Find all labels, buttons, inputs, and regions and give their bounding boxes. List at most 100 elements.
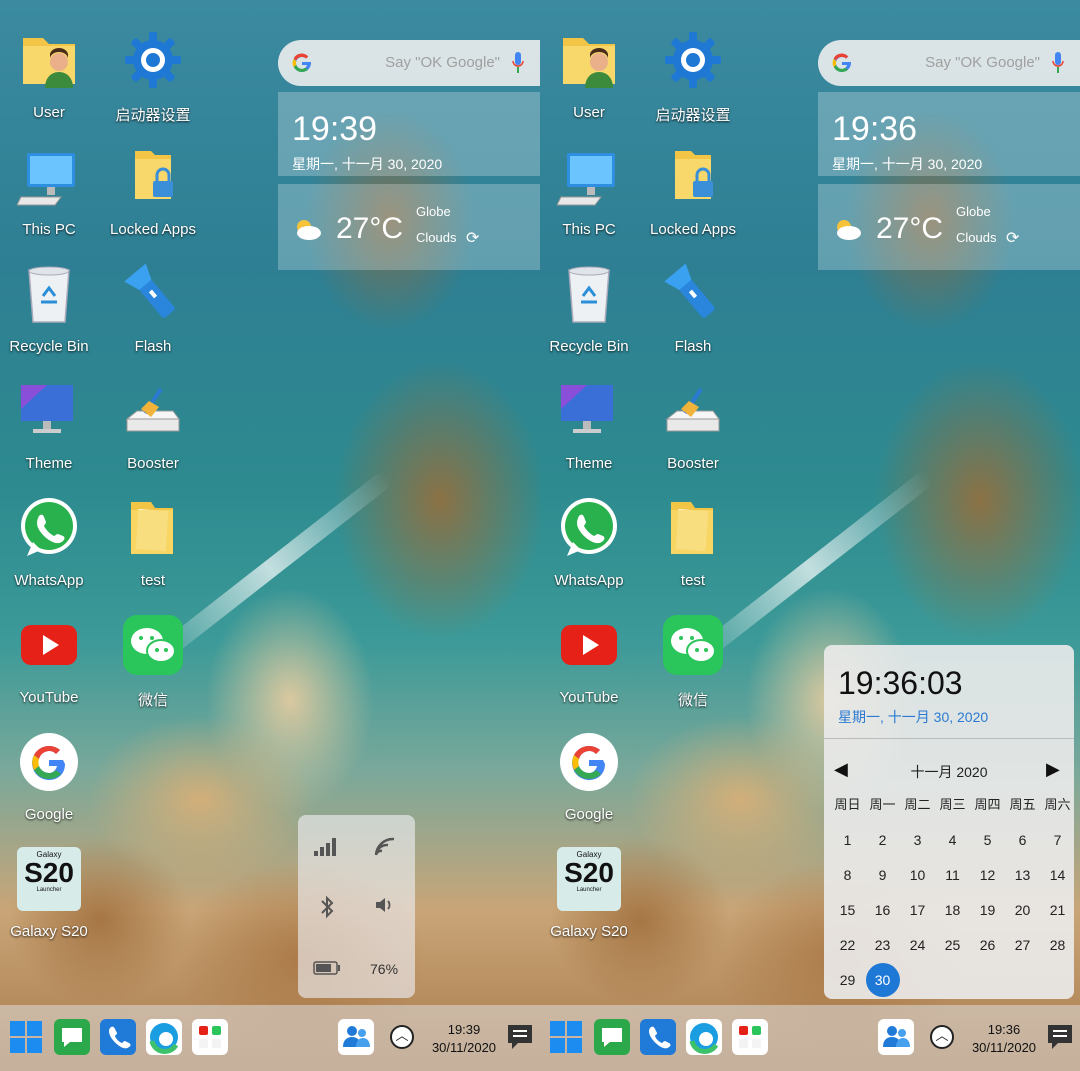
app-theme[interactable]: Theme <box>540 379 641 472</box>
calendar-day[interactable]: 21 <box>1040 895 1075 925</box>
calendar-day[interactable]: 25 <box>935 930 970 960</box>
calendar-day[interactable]: 22 <box>830 930 865 960</box>
notification-icon[interactable] <box>1044 1019 1076 1055</box>
calendar-day[interactable]: 8 <box>830 860 865 890</box>
app-user[interactable]: User <box>540 28 641 121</box>
weekday-header: 周二 <box>904 797 931 812</box>
microphone-icon[interactable] <box>512 52 524 74</box>
app-whatsapp[interactable]: WhatsApp <box>540 496 641 589</box>
calendar-day[interactable]: 10 <box>900 860 935 890</box>
calendar-day[interactable]: 18 <box>935 895 970 925</box>
app-booster[interactable]: Booster <box>641 379 745 472</box>
calendar-day[interactable]: 7 <box>1040 825 1075 855</box>
app-recycle-bin[interactable]: Recycle Bin <box>540 262 641 355</box>
app-label: YouTube <box>559 689 619 706</box>
people-icon[interactable] <box>338 1019 374 1055</box>
phone-icon[interactable] <box>640 1019 676 1055</box>
microphone-icon[interactable] <box>1052 52 1064 74</box>
app-launcher-settings[interactable]: 启动器设置 <box>101 28 205 125</box>
next-month-icon[interactable]: ▶ <box>1046 759 1060 780</box>
bluetooth-icon[interactable] <box>312 895 342 919</box>
calendar-day[interactable]: 26 <box>970 930 1005 960</box>
edge-browser-icon[interactable] <box>686 1019 722 1055</box>
refresh-icon[interactable]: ⟳ <box>466 228 479 248</box>
app-launcher-settings[interactable]: 启动器设置 <box>641 28 745 125</box>
notification-icon[interactable] <box>504 1019 536 1055</box>
app-user[interactable]: User <box>0 28 101 121</box>
messages-icon[interactable] <box>54 1019 90 1055</box>
app-wechat[interactable]: 微信 <box>101 613 205 710</box>
user-folder-icon <box>557 28 621 92</box>
messages-icon[interactable] <box>594 1019 630 1055</box>
start-menu-icon[interactable] <box>548 1019 584 1055</box>
app-label: User <box>33 104 65 121</box>
app-flash[interactable]: Flash <box>101 262 205 355</box>
app-youtube[interactable]: YouTube <box>0 613 101 706</box>
app-folder-icon[interactable] <box>732 1019 768 1055</box>
theme-monitor-icon <box>17 379 81 443</box>
calendar-day[interactable]: 4 <box>935 825 970 855</box>
google-search-bar[interactable]: Say "OK Google" <box>278 40 540 86</box>
calendar-day[interactable]: 2 <box>865 825 900 855</box>
app-booster[interactable]: Booster <box>101 379 205 472</box>
calendar-day[interactable]: 12 <box>970 860 1005 890</box>
taskbar-clock[interactable]: 19:36 30/11/2020 <box>954 1021 1054 1057</box>
calendar-day[interactable]: 11 <box>935 860 970 890</box>
start-menu-icon[interactable] <box>8 1019 44 1055</box>
chevron-up-icon[interactable]: ︿ <box>930 1025 954 1049</box>
app-this-pc[interactable]: This PC <box>0 145 101 238</box>
app-locked-apps[interactable]: Locked Apps <box>101 145 205 238</box>
calendar-day[interactable]: 1 <box>830 825 865 855</box>
wifi-icon[interactable] <box>370 835 400 859</box>
phone-icon[interactable] <box>100 1019 136 1055</box>
calendar-day[interactable]: 14 <box>1040 860 1075 890</box>
weather-widget[interactable]: 27°C Globe Clouds ⟳ <box>818 184 1080 270</box>
calendar-day[interactable]: 17 <box>900 895 935 925</box>
app-galaxy-s20[interactable]: Galaxy S20 Launcher Galaxy S20 <box>540 847 641 940</box>
calendar-day[interactable]: 28 <box>1040 930 1075 960</box>
weather-widget[interactable]: 27°C Globe Clouds ⟳ <box>278 184 540 270</box>
calendar-day[interactable]: 13 <box>1005 860 1040 890</box>
calendar-divider <box>824 738 1074 739</box>
app-folder-icon[interactable] <box>192 1019 228 1055</box>
volume-icon[interactable] <box>370 895 400 919</box>
chevron-up-icon[interactable]: ︿ <box>390 1025 414 1049</box>
clock-widget[interactable]: 19:36 星期一, 十一月 30, 2020 <box>818 92 1080 176</box>
app-locked-apps[interactable]: Locked Apps <box>641 145 745 238</box>
calendar-day[interactable]: 15 <box>830 895 865 925</box>
refresh-icon[interactable]: ⟳ <box>1006 228 1019 248</box>
app-whatsapp[interactable]: WhatsApp <box>0 496 101 589</box>
app-flash[interactable]: Flash <box>641 262 745 355</box>
calendar-day[interactable]: 5 <box>970 825 1005 855</box>
app-test[interactable]: test <box>641 496 745 589</box>
app-this-pc[interactable]: This PC <box>540 145 641 238</box>
app-galaxy-s20[interactable]: Galaxy S20 Launcher Galaxy S20 <box>0 847 101 940</box>
app-test[interactable]: test <box>101 496 205 589</box>
app-label: Recycle Bin <box>9 338 89 355</box>
clock-widget[interactable]: 19:39 星期一, 十一月 30, 2020 <box>278 92 540 176</box>
edge-browser-icon[interactable] <box>146 1019 182 1055</box>
calendar-day[interactable]: 29 <box>830 965 865 995</box>
calendar-day-selected[interactable]: 30 <box>865 963 900 997</box>
app-google[interactable]: Google <box>540 730 641 823</box>
calendar-day[interactable]: 9 <box>865 860 900 890</box>
people-icon[interactable] <box>878 1019 914 1055</box>
calendar-day[interactable]: 3 <box>900 825 935 855</box>
calendar-day[interactable]: 24 <box>900 930 935 960</box>
calendar-day[interactable]: 16 <box>865 895 900 925</box>
whatsapp-icon <box>17 496 81 560</box>
app-wechat[interactable]: 微信 <box>641 613 745 710</box>
app-theme[interactable]: Theme <box>0 379 101 472</box>
google-search-bar[interactable]: Say "OK Google" <box>818 40 1080 86</box>
calendar-day[interactable]: 23 <box>865 930 900 960</box>
taskbar-clock[interactable]: 19:39 30/11/2020 <box>414 1021 514 1057</box>
calendar-day[interactable]: 27 <box>1005 930 1040 960</box>
app-label: Recycle Bin <box>549 338 629 355</box>
calendar-day[interactable]: 20 <box>1005 895 1040 925</box>
app-youtube[interactable]: YouTube <box>540 613 641 706</box>
app-recycle-bin[interactable]: Recycle Bin <box>0 262 101 355</box>
app-google[interactable]: Google <box>0 730 101 823</box>
signal-icon[interactable] <box>312 835 342 859</box>
calendar-day[interactable]: 19 <box>970 895 1005 925</box>
calendar-day[interactable]: 6 <box>1005 825 1040 855</box>
